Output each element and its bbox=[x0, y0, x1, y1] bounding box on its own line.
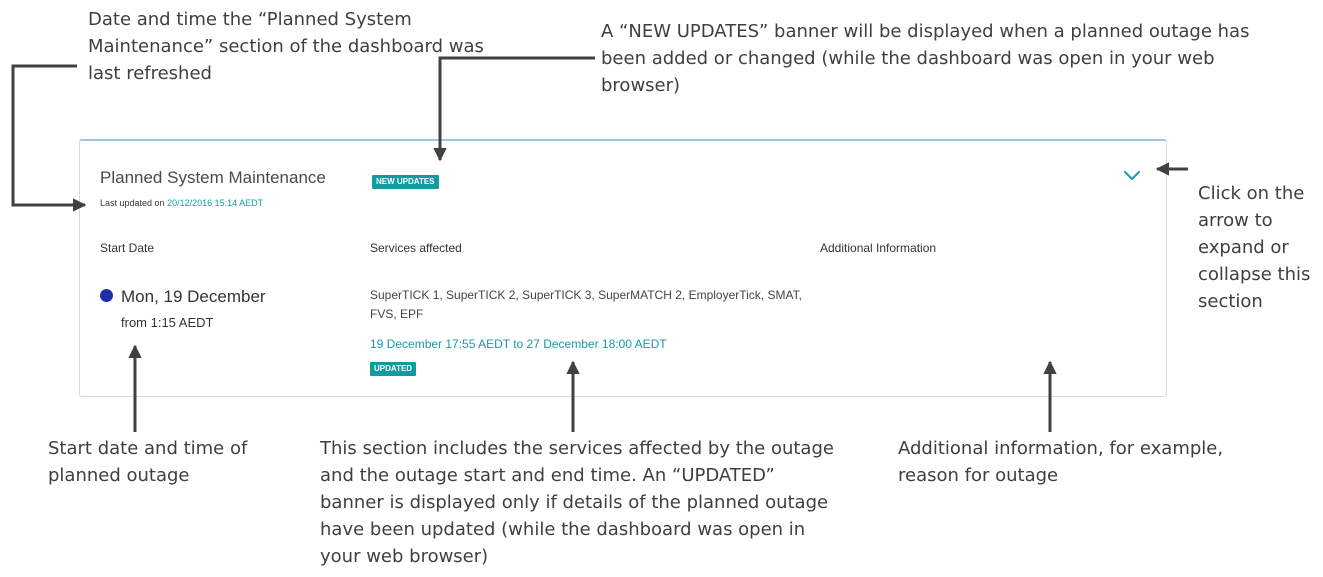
updated-badge: UPDATED bbox=[370, 362, 417, 376]
annotation-additional-info: Additional information, for example, rea… bbox=[898, 438, 1224, 486]
panel-title: Planned System Maintenance bbox=[100, 168, 326, 187]
outage-window: 19 December 17:55 AEDT to 27 December 18… bbox=[370, 337, 667, 351]
outage-start-date-text: Mon, 19 December bbox=[121, 287, 266, 306]
column-header-additional-info: Additional Information bbox=[820, 241, 937, 255]
annotation-start-date: Start date and time of planned outage bbox=[48, 438, 248, 486]
last-updated-label: Last updated on bbox=[100, 198, 165, 208]
column-header-services-affected: Services affected bbox=[370, 241, 462, 255]
annotation-new-updates-banner: A “NEW UPDATES” banner will be displayed… bbox=[601, 21, 1250, 96]
last-updated-line: Last updated on 20/12/2016 15:14 AEDT bbox=[100, 198, 263, 208]
last-updated-timestamp: 20/12/2016 15:14 AEDT bbox=[167, 198, 264, 208]
services-affected-list: SuperTICK 1, SuperTICK 2, SuperTICK 3, S… bbox=[370, 288, 802, 321]
status-dot-icon bbox=[100, 289, 113, 302]
annotation-last-refreshed: Date and time the “Planned System Mainte… bbox=[88, 9, 484, 84]
outage-start-time: from 1:15 AEDT bbox=[121, 315, 214, 330]
annotation-expand-arrow: Click on the arrow to expand or collapse… bbox=[1198, 183, 1311, 312]
chevron-down-icon[interactable] bbox=[1123, 169, 1141, 183]
annotation-services-affected: This section includes the services affec… bbox=[320, 438, 834, 567]
arrow-last-refreshed bbox=[11, 64, 87, 212]
new-updates-badge: NEW UPDATES bbox=[372, 175, 439, 189]
column-header-start-date: Start Date bbox=[100, 241, 155, 255]
planned-maintenance-panel: Planned System Maintenance NEW UPDATES L… bbox=[79, 139, 1167, 397]
outage-start-date: Mon, 19 December bbox=[100, 287, 266, 307]
